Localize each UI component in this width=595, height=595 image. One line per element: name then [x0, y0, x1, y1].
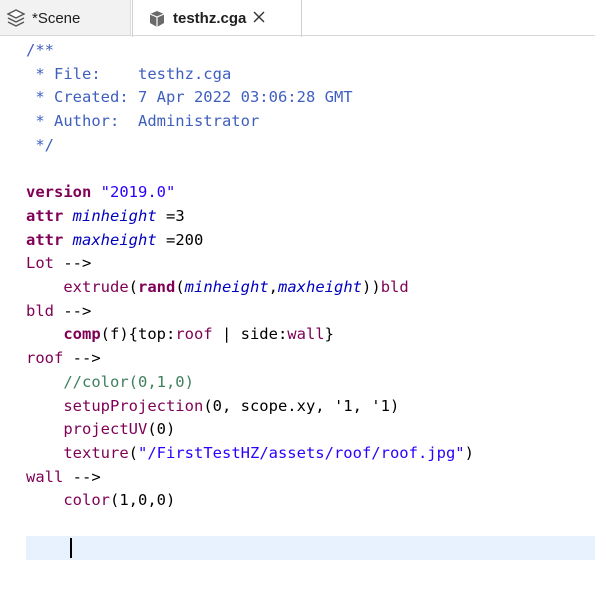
code-line[interactable]: attr maxheight =200 [26, 228, 203, 252]
code-line[interactable]: extrude(rand(minheight,maxheight))bld [26, 275, 409, 299]
code-token: comp [63, 325, 101, 344]
code-token: bld [26, 301, 54, 320]
tab-testhz-cga-label: testhz.cga [173, 10, 247, 27]
code-token: maxheight [72, 230, 157, 249]
code-token: (0, scope.xy, '1, '1) [203, 396, 400, 415]
code-token: (f){top: [100, 325, 176, 344]
tab-scene[interactable]: *Scene [0, 0, 131, 36]
code-token: roof [26, 349, 64, 368]
current-line-highlight [26, 535, 595, 560]
code-token: =3 [156, 206, 185, 225]
code-line[interactable]: attr minheight =3 [26, 204, 185, 228]
code-token: extrude [63, 278, 129, 296]
code-line[interactable]: //color(0,1,0) [26, 370, 194, 394]
code-line[interactable]: texture("/FirstTestHZ/assets/roof/roof.j… [26, 441, 474, 465]
code-token: "2019.0" [100, 183, 176, 202]
code-token: --> [63, 349, 101, 368]
code-token: */ [26, 135, 54, 154]
code-token: Lot [26, 254, 54, 273]
code-line[interactable]: color(1,0,0) [26, 488, 175, 512]
code-editor[interactable]: /** * File: testhz.cga * Created: 7 Apr … [0, 37, 595, 595]
code-token: * Author: Administrator [26, 112, 260, 131]
code-token: wall [287, 325, 325, 344]
code-token: minheight [184, 278, 269, 296]
code-token: )) [362, 278, 381, 296]
code-line[interactable]: */ [26, 133, 54, 157]
code-token: minheight [72, 206, 157, 225]
code-token: setupProjection [63, 396, 204, 415]
code-token: ( [128, 278, 138, 296]
code-token: * File: testhz.cga [26, 64, 232, 83]
code-line[interactable]: /** [26, 38, 54, 62]
code-token: roof [175, 325, 213, 344]
code-token: * Created: 7 Apr 2022 03:06:28 GMT [26, 88, 353, 107]
code-token: (0) [147, 420, 176, 439]
tab-testhz-cga[interactable]: testhz.cga [132, 0, 302, 37]
code-token: --> [54, 254, 92, 273]
code-line[interactable] [26, 512, 63, 536]
code-line[interactable]: setupProjection(0, scope.xy, '1, '1) [26, 394, 399, 418]
code-token: ( [128, 443, 138, 462]
code-token: ) [464, 443, 474, 462]
code-token: color [63, 491, 110, 510]
code-token: =200 [156, 230, 204, 249]
code-token: wall [26, 467, 64, 486]
code-token: /** [26, 41, 54, 59]
code-line[interactable]: roof --> [26, 346, 101, 370]
code-token: maxheight [278, 278, 363, 296]
code-token: attr [26, 206, 73, 225]
tab-bar-divider [0, 35, 595, 36]
close-icon[interactable] [252, 10, 266, 27]
code-token: projectUV [63, 420, 148, 439]
code-line[interactable]: * Author: Administrator [26, 109, 259, 133]
code-line[interactable]: comp(f){top:roof | side:wall} [26, 322, 334, 346]
code-token: "/FirstTestHZ/assets/roof/roof.jpg" [138, 443, 465, 462]
code-token: attr [26, 230, 73, 249]
code-token: , [268, 278, 279, 296]
code-line[interactable]: * File: testhz.cga [26, 62, 231, 86]
code-token: version [26, 183, 101, 202]
code-token: } [324, 325, 334, 344]
code-token: --> [54, 301, 92, 320]
code-line[interactable]: version "2019.0" [26, 180, 175, 204]
cga-rule-file-icon [147, 9, 167, 29]
code-token: --> [63, 467, 101, 486]
code-line[interactable]: * Created: 7 Apr 2022 03:06:28 GMT [26, 85, 353, 109]
tab-scene-label: *Scene [32, 9, 81, 27]
editor-tab-bar: *Scene testhz.cga [0, 0, 595, 37]
text-cursor [70, 537, 72, 558]
code-token: (1,0,0) [110, 491, 176, 510]
code-token: | side: [212, 325, 288, 344]
code-line[interactable]: bld --> [26, 299, 91, 323]
code-token: //color(0,1,0) [63, 372, 194, 391]
code-line[interactable]: projectUV(0) [26, 417, 175, 441]
code-token: rand [138, 278, 176, 296]
code-token: bld [380, 278, 409, 296]
code-token: texture [63, 443, 129, 462]
scene-layers-icon [6, 8, 26, 28]
code-line[interactable]: Lot --> [26, 251, 91, 275]
code-token: ( [175, 278, 185, 296]
code-line[interactable]: wall --> [26, 465, 101, 489]
